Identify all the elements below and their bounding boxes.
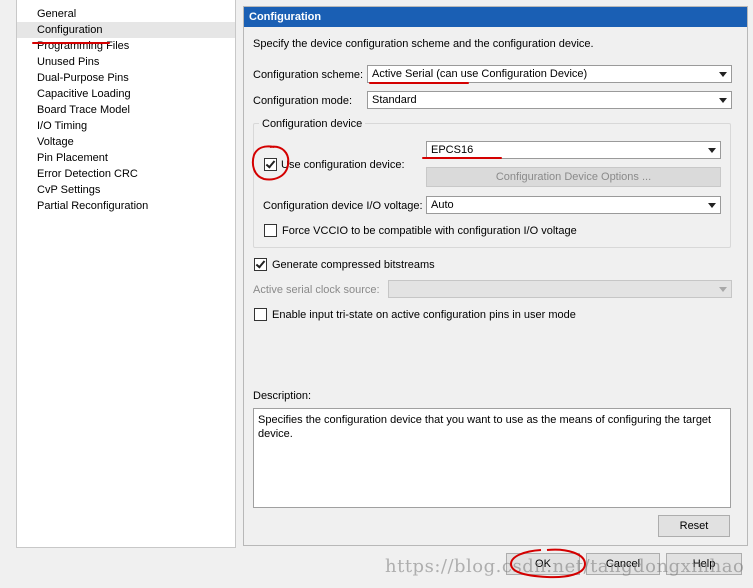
clock-source-label: Active serial clock source:: [253, 284, 380, 296]
nav-item-voltage[interactable]: Voltage: [17, 134, 235, 150]
mode-label: Configuration mode:: [253, 95, 353, 107]
description-box: Specifies the configuration device that …: [253, 408, 731, 508]
mode-value: Standard: [372, 94, 417, 106]
scheme-value: Active Serial (can use Configuration Dev…: [372, 68, 588, 80]
force-vccio-checkbox[interactable]: [264, 224, 277, 237]
configuration-panel: Configuration Specify the device configu…: [243, 6, 748, 546]
group-title: Configuration device: [259, 117, 366, 131]
compressed-label: Generate compressed bitstreams: [272, 259, 435, 271]
category-list[interactable]: General Configuration Programming Files …: [16, 0, 236, 548]
chevron-down-icon: [719, 287, 727, 292]
nav-item-cvp-settings[interactable]: CvP Settings: [17, 182, 235, 198]
nav-item-programming-files[interactable]: Programming Files: [17, 38, 235, 54]
reset-button[interactable]: Reset: [658, 515, 730, 537]
nav-item-board-trace-model[interactable]: Board Trace Model: [17, 102, 235, 118]
annotation-circle-ok: [509, 548, 587, 579]
use-device-label: Use configuration device:: [281, 159, 405, 171]
nav-item-pin-placement[interactable]: Pin Placement: [17, 150, 235, 166]
nav-item-partial-reconfiguration[interactable]: Partial Reconfiguration: [17, 198, 235, 214]
panel-title: Configuration: [244, 7, 747, 27]
device-options-button[interactable]: Configuration Device Options ...: [426, 167, 721, 187]
annotation-circle-checkbox: [251, 145, 290, 181]
device-value: EPCS16: [431, 144, 474, 156]
io-voltage-value: Auto: [431, 199, 454, 211]
nav-item-dual-purpose-pins[interactable]: Dual-Purpose Pins: [17, 70, 235, 86]
description-text: Specifies the configuration device that …: [258, 414, 712, 440]
force-vccio-label: Force VCCIO to be compatible with config…: [282, 225, 577, 237]
nav-item-unused-pins[interactable]: Unused Pins: [17, 54, 235, 70]
description-label: Description:: [253, 390, 312, 402]
check-icon: [255, 258, 266, 269]
nav-item-error-detection-crc[interactable]: Error Detection CRC: [17, 166, 235, 182]
nav-item-general[interactable]: General: [17, 6, 235, 22]
intro-text: Specify the device configuration scheme …: [253, 38, 594, 50]
tristate-label: Enable input tri-state on active configu…: [272, 309, 576, 321]
scheme-label: Configuration scheme:: [253, 69, 364, 81]
annotation-underline-device: [422, 157, 502, 159]
chevron-down-icon: [719, 72, 727, 77]
compressed-checkbox[interactable]: [254, 258, 267, 271]
tristate-checkbox[interactable]: [254, 308, 267, 321]
mode-dropdown[interactable]: Standard: [367, 91, 732, 109]
chevron-down-icon: [708, 148, 716, 153]
annotation-underline-configuration: [32, 42, 110, 44]
nav-item-capacitive-loading[interactable]: Capacitive Loading: [17, 86, 235, 102]
clock-source-dropdown[interactable]: [388, 280, 732, 298]
nav-item-io-timing[interactable]: I/O Timing: [17, 118, 235, 134]
annotation-underline-scheme: [369, 82, 469, 84]
scheme-dropdown[interactable]: Active Serial (can use Configuration Dev…: [367, 65, 732, 83]
chevron-down-icon: [708, 203, 716, 208]
nav-item-configuration[interactable]: Configuration: [17, 22, 235, 38]
io-voltage-label: Configuration device I/O voltage:: [263, 200, 423, 212]
io-voltage-dropdown[interactable]: Auto: [426, 196, 721, 214]
chevron-down-icon: [719, 98, 727, 103]
